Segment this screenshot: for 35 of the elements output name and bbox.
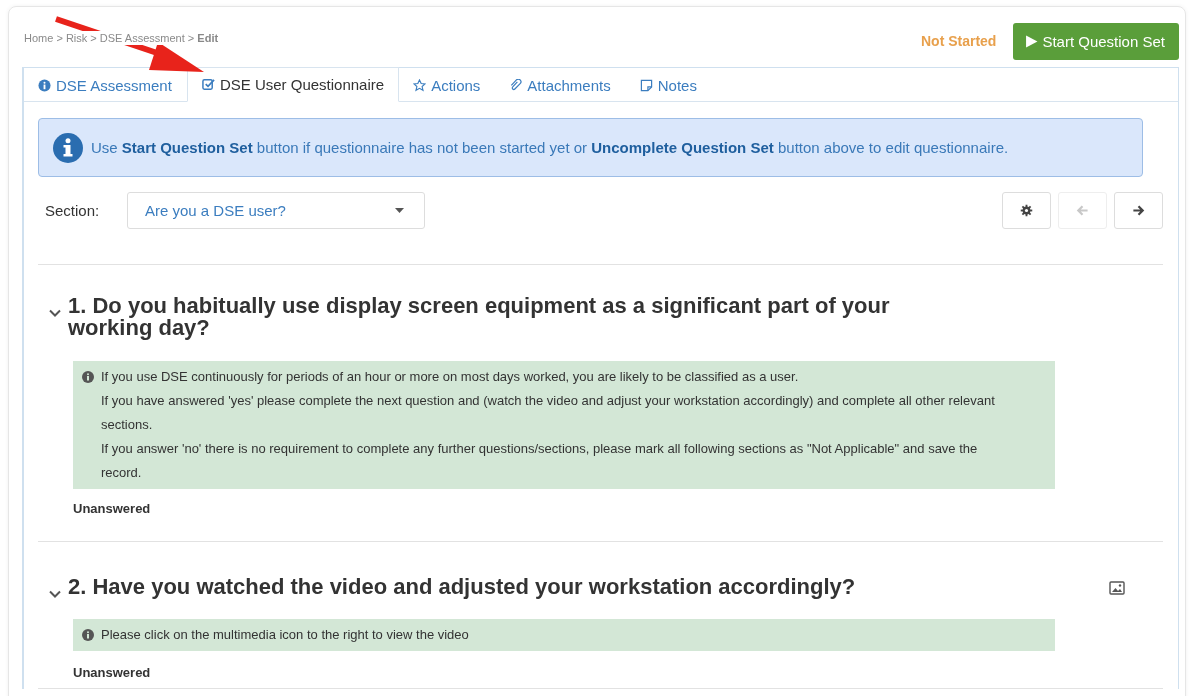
note-icon — [639, 78, 653, 92]
tab[interactable]: DSE Assessment — [24, 68, 187, 102]
start-question-set-button[interactable]: Start Question Set — [1013, 23, 1179, 60]
info-icon — [53, 132, 83, 163]
star-icon — [413, 78, 427, 92]
info-text: If you use DSE continuously for periods of an hour or more on most days worked, you are likely to be classified as a user. — [101, 368, 800, 386]
caret-icon — [395, 208, 404, 213]
checkbox-icon — [201, 78, 215, 91]
question-title: 1. Do you habitually use display screen equipment as a significant part of your working day? — [68, 295, 891, 339]
next-arrow-icon — [1132, 204, 1145, 217]
settings-button[interactable] — [1002, 192, 1051, 229]
next-button[interactable] — [1114, 192, 1163, 229]
image-icon[interactable] — [1109, 581, 1125, 595]
info-text: If you have answered 'yes' please complete the next question and (watch the video and adjust your workstation accordingly) and complete all other relevant sections. — [101, 392, 996, 434]
play-icon — [1025, 35, 1039, 48]
question-title: 2. Have you watched the video and adjusted your workstation accordingly? — [68, 576, 856, 598]
info-text: If you answer 'no' there is no requirement to complete any further questions/sections, please mark all following sections as "Not Applicable" and save the record. — [101, 440, 979, 482]
tab[interactable]: DSE User Questionnaire — [186, 67, 400, 102]
tab[interactable]: Attachments — [495, 68, 626, 102]
tab[interactable]: Notes — [625, 68, 712, 102]
tab[interactable]: Actions — [399, 68, 496, 102]
answer-status: Unanswered — [73, 665, 152, 680]
answer-status: Unanswered — [73, 501, 152, 516]
status-label: Not Started — [920, 33, 997, 49]
settings-icon — [1020, 204, 1033, 217]
info-icon — [82, 629, 94, 641]
section-dropdown[interactable]: Are you a DSE user? — [127, 192, 425, 229]
info-icon — [38, 78, 51, 92]
alert-message: Use Start Question Set button if questionnaire has not been started yet or Uncomplete Question Set button above to edit questionnaire. — [91, 139, 1009, 156]
back-arrow-icon — [1076, 204, 1089, 217]
info-text: Please click on the multimedia icon to the right to view the video — [101, 626, 470, 644]
breadcrumb: Home > Risk > DSE Assessment > Edit — [22, 31, 221, 45]
section-label: Section: — [45, 202, 101, 219]
info-icon — [82, 371, 94, 383]
paperclip-icon — [509, 78, 523, 92]
